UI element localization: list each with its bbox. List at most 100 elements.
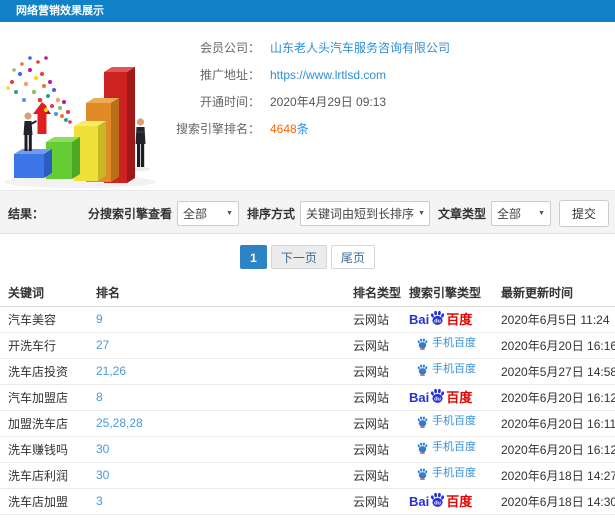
submit-button[interactable]: 提交 [558, 199, 609, 227]
chevron-down-icon: ▼ [417, 209, 425, 217]
3d-bar-chart-image [4, 56, 156, 188]
mobile-baidu-paw-icon [417, 363, 428, 376]
keyword-cell: 洗车赚钱吗 [0, 436, 88, 463]
article-type-select[interactable]: 全部 ▼ [490, 200, 551, 226]
page-header: 网络营销效果展示 [0, 0, 615, 22]
rank-type-cell: 云网站 [345, 358, 401, 385]
last-page-button[interactable]: 尾页 [330, 245, 375, 269]
page-1-button[interactable]: 1 [240, 245, 267, 269]
filter-controls: 分搜索引擎查看 全部 ▼ 排序方式 关键词由短到长排序 ▼ 文章类型 全部 ▼ 提交 [80, 191, 609, 235]
mobile-baidu-logo: 手机百度 [417, 416, 476, 428]
baidu-paw-icon: du [431, 388, 445, 403]
filter-select-value: 关键词由短到长排序 [305, 206, 414, 221]
baidu-cn-text: 百度 [446, 493, 473, 509]
rank-link[interactable]: 30 [96, 468, 109, 482]
info-field: 会员公司： 山东老人头汽车服务咨询有限公司 [160, 34, 450, 61]
company-info-fields: 会员公司： 山东老人头汽车服务咨询有限公司推广地址： https://www.lrt… [160, 34, 450, 142]
baidu-logo: Bai du 百度 [409, 310, 472, 329]
result-label: 结果： [8, 207, 45, 221]
baidu-bai-text: Bai [409, 389, 430, 405]
engine-cell: Bai du 百度 [401, 306, 493, 333]
update-time-cell: 2020年6月18日 14:27 [493, 462, 615, 489]
table-row: 洗车赚钱吗 30 云网站 手机百度 2020年6月20日 16:12 [0, 436, 615, 463]
mobile-baidu-logo: 手机百度 [417, 468, 476, 480]
rank-cell: 21,26 [88, 358, 345, 385]
rank-link[interactable]: 8 [96, 390, 103, 404]
pagination: 1 下一页 尾页 [0, 234, 615, 280]
keyword-cell: 汽车美容 [0, 306, 88, 333]
rank-link[interactable]: 9 [96, 312, 103, 326]
table-row: 洗车店利润 30 云网站 手机百度 2020年6月18日 14:27 [0, 462, 615, 489]
rank-link[interactable]: 30 [96, 442, 109, 456]
table-header-row: 关键词 排名 排名类型 搜索引擎类型 最新更新时间 [0, 280, 615, 307]
rank-link[interactable]: 3 [96, 494, 103, 508]
update-time-cell: 2020年6月20日 16:12 [493, 436, 615, 463]
info-field-label: 推广地址： [199, 68, 260, 82]
mobile-baidu-logo: 手机百度 [417, 442, 476, 454]
column-header: 排名 [88, 280, 345, 307]
keyword-cell: 汽车加盟店 [0, 384, 88, 411]
update-time-cell: 2020年6月5日 11:24 [493, 306, 615, 333]
rank-type-cell: 云网站 [345, 306, 401, 333]
mobile-baidu-paw-icon [417, 415, 428, 428]
table-row: 加盟洗车店 25,28,28 云网站 手机百度 2020年6月20日 16:11 [0, 410, 615, 437]
engine-cell: Bai du 百度 [401, 488, 493, 515]
baidu-paw-icon: du [431, 492, 445, 507]
filter-select-value: 全部 [182, 206, 207, 221]
info-section: 会员公司： 山东老人头汽车服务咨询有限公司推广地址： https://www.lrt… [0, 22, 615, 190]
info-field-link[interactable]: https://www.lrtlsd.com [270, 68, 386, 82]
table-row: 汽车美容 9 云网站 Bai du 百度 2020年6月5日 11:24 [0, 306, 615, 333]
rank-cell: 8 [88, 384, 345, 411]
page: 网络营销效果展示 会员公司： 山东老人头汽车服务咨询有限公司 推广地址： htt… [0, 0, 615, 520]
baidu-bai-text: Bai [409, 311, 430, 327]
rank-cell: 25,28,28 [88, 410, 345, 437]
mobile-baidu-text: 手机百度 [432, 441, 476, 453]
engine-cell: 手机百度 [401, 358, 493, 385]
mobile-baidu-text: 手机百度 [432, 467, 476, 479]
table-row: 洗车店投资 21,26 云网站 手机百度 2020年5月27日 14:58 [0, 358, 615, 385]
update-time-cell: 2020年6月20日 16:12 [493, 384, 615, 411]
engine-cell: 手机百度 [401, 462, 493, 489]
rank-type-cell: 云网站 [345, 332, 401, 359]
baidu-du-text: du [434, 500, 441, 506]
next-page-button[interactable]: 下一页 [270, 245, 327, 269]
engine-cell: 手机百度 [401, 436, 493, 463]
filter-select-value: 全部 [496, 206, 521, 221]
rank-link[interactable]: 25,28,28 [96, 416, 143, 430]
engine-cell: 手机百度 [401, 410, 493, 437]
rank-link[interactable]: 27 [96, 338, 109, 352]
column-header: 最新更新时间 [493, 280, 615, 307]
rank-link[interactable]: 21,26 [96, 364, 126, 378]
update-time-cell: 2020年6月20日 16:16 [493, 332, 615, 359]
update-time-cell: 2020年6月18日 14:30 [493, 488, 615, 515]
rank-cell: 3 [88, 488, 345, 515]
keyword-cell: 开洗车行 [0, 332, 88, 359]
table-row: 开洗车行 27 云网站 手机百度 2020年6月20日 16:16 [0, 332, 615, 359]
keyword-cell: 洗车店投资 [0, 358, 88, 385]
mobile-baidu-text: 手机百度 [432, 363, 476, 375]
column-header: 排名类型 [345, 280, 401, 307]
baidu-paw-icon: du [431, 310, 445, 325]
baidu-logo: Bai du 百度 [409, 492, 472, 511]
info-field: 搜索引擎排名： 4648 条 [160, 115, 450, 142]
sort-order-select[interactable]: 关键词由短到长排序 ▼ [299, 200, 430, 226]
rank-cell: 27 [88, 332, 345, 359]
mobile-baidu-paw-icon [417, 337, 428, 350]
rank-cell: 9 [88, 306, 345, 333]
baidu-logo: Bai du 百度 [409, 388, 472, 407]
engine-cell: Bai du 百度 [401, 384, 493, 411]
rank-type-cell: 云网站 [345, 436, 401, 463]
table-row: 洗车店加盟 3 云网站 Bai du 百度 2020年6月18日 14:30 [0, 488, 615, 515]
table-row: 汽车加盟店 8 云网站 Bai du 百度 2020年6月20日 16:12 [0, 384, 615, 411]
rank-type-cell: 云网站 [345, 384, 401, 411]
info-field: 开通时间： 2020年4月29日 09:13 [160, 88, 450, 115]
column-header: 关键词 [0, 280, 88, 307]
engine-cell: 手机百度 [401, 332, 493, 359]
engine-filter-select[interactable]: 全部 ▼ [176, 200, 239, 226]
info-field-link[interactable]: 山东老人头汽车服务咨询有限公司 [270, 39, 450, 56]
baidu-bai-text: Bai [409, 493, 430, 509]
update-time-cell: 2020年6月20日 16:11 [493, 410, 615, 437]
mobile-baidu-paw-icon [417, 441, 428, 454]
keyword-cell: 洗车店利润 [0, 462, 88, 489]
baidu-cn-text: 百度 [446, 389, 473, 405]
